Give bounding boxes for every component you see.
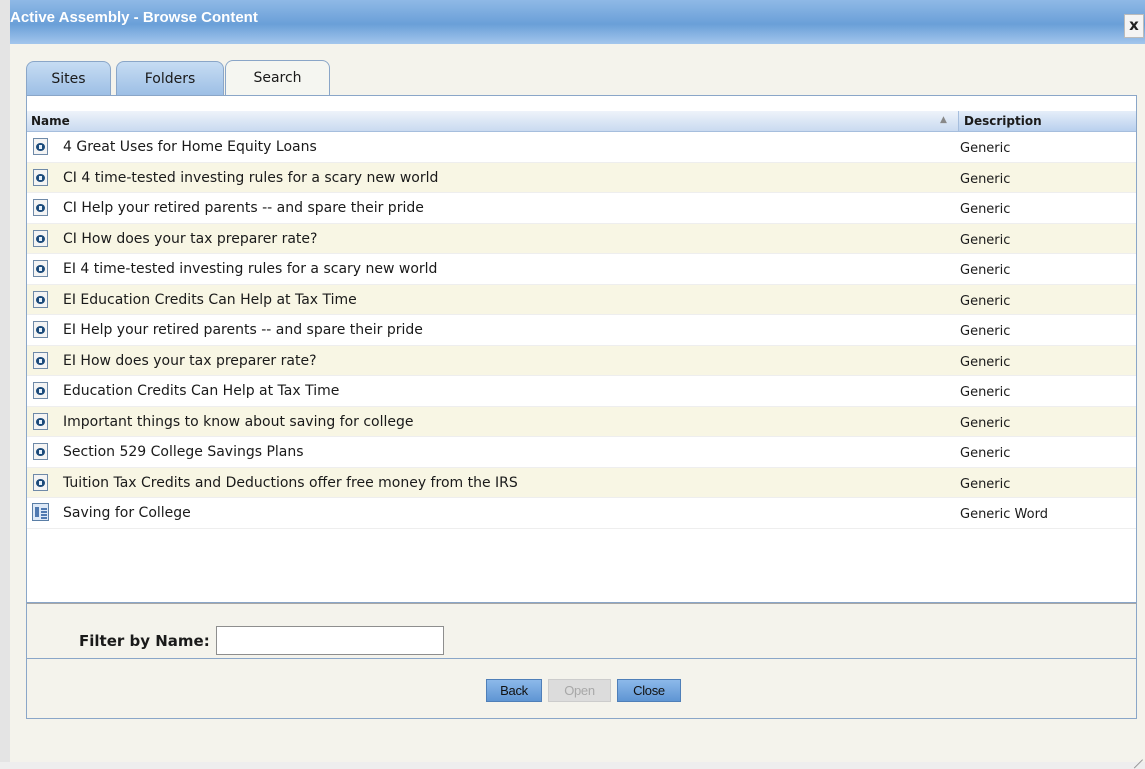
table-row[interactable]: Education Credits Can Help at Tax Time Ge… xyxy=(27,376,1136,407)
document-icon xyxy=(33,473,48,491)
document-icon xyxy=(33,412,48,430)
row-name: EI How does your tax preparer rate? xyxy=(63,352,317,369)
table-row[interactable]: Tuition Tax Credits and Deductions offer… xyxy=(27,467,1136,498)
open-button: Open xyxy=(548,679,611,702)
table-row[interactable]: Section 529 College Savings Plans Generic xyxy=(27,437,1136,468)
row-name: Important things to know about saving fo… xyxy=(63,413,414,430)
table-row[interactable]: Important things to know about saving fo… xyxy=(27,406,1136,437)
row-description: Generic xyxy=(960,324,1011,339)
row-name: Section 529 College Savings Plans xyxy=(63,444,304,460)
row-name: 4 Great Uses for Home Equity Loans xyxy=(63,139,317,155)
row-name: Tuition Tax Credits and Deductions offer… xyxy=(63,474,518,491)
word-document-icon xyxy=(32,503,49,521)
row-description: Generic xyxy=(960,293,1011,309)
row-name: CI 4 time-tested investing rules for a s… xyxy=(63,169,439,186)
resize-grip-icon[interactable] xyxy=(1133,750,1143,760)
row-description: Generic xyxy=(960,415,1011,431)
back-button[interactable]: Back xyxy=(486,679,542,702)
table-row[interactable]: CI How does your tax preparer rate? Gener… xyxy=(27,223,1136,254)
row-name: Education Credits Can Help at Tax Time xyxy=(63,383,340,399)
document-icon xyxy=(33,443,48,460)
row-description: Generic xyxy=(960,446,1011,461)
table-row[interactable]: 4 Great Uses for Home Equity Loans Generi… xyxy=(27,132,1136,163)
document-icon xyxy=(33,138,48,155)
browse-content-dialog: Active Assembly - Browse Content x Sites… xyxy=(0,0,1145,762)
document-icon xyxy=(33,260,48,277)
window-title: Active Assembly - Browse Content xyxy=(10,9,258,26)
sort-ascending-icon: ▲ xyxy=(940,115,947,125)
table-row[interactable]: EI Help your retired parents -- and spar… xyxy=(27,315,1136,346)
document-icon xyxy=(33,290,48,308)
row-name: EI Education Credits Can Help at Tax Tim… xyxy=(63,291,357,308)
row-description: Generic xyxy=(960,202,1011,217)
column-header-name[interactable]: Name xyxy=(31,114,70,128)
window-edge xyxy=(0,0,10,762)
row-name: EI Help your retired parents -- and spar… xyxy=(63,322,423,338)
row-description: Generic xyxy=(960,141,1011,156)
tab-folders[interactable]: Folders xyxy=(116,61,224,95)
close-button[interactable]: Close xyxy=(617,679,681,702)
grid-header: Name ▲ Description xyxy=(27,111,1136,132)
row-description: Generic xyxy=(960,232,1011,248)
row-description: Generic xyxy=(960,354,1011,370)
row-name: EI 4 time-tested investing rules for a s… xyxy=(63,261,438,277)
document-icon xyxy=(33,168,48,186)
results-grid: Name ▲ Description 4 Great Uses for Home… xyxy=(26,96,1137,603)
row-description: Generic xyxy=(960,476,1011,492)
document-icon xyxy=(33,382,48,399)
document-icon xyxy=(33,351,48,369)
row-description: Generic xyxy=(960,385,1011,400)
grid-rows: 4 Great Uses for Home Equity Loans Generi… xyxy=(27,132,1136,529)
table-row[interactable]: CI Help your retired parents -- and spar… xyxy=(27,193,1136,224)
table-row[interactable]: Saving for College Generic Word xyxy=(27,498,1136,529)
tab-search[interactable]: Search xyxy=(225,60,330,96)
row-name: CI How does your tax preparer rate? xyxy=(63,230,318,247)
row-description: Generic xyxy=(960,263,1011,278)
table-row[interactable]: EI 4 time-tested investing rules for a s… xyxy=(27,254,1136,285)
title-bar[interactable]: Active Assembly - Browse Content x xyxy=(10,0,1145,45)
row-name: CI Help your retired parents -- and spar… xyxy=(63,200,424,216)
document-icon xyxy=(33,229,48,247)
document-icon xyxy=(33,199,48,216)
close-window-icon[interactable]: x xyxy=(1124,14,1144,38)
row-description: Generic xyxy=(960,171,1011,187)
column-header-description[interactable]: Description xyxy=(958,111,1136,131)
table-row[interactable]: CI 4 time-tested investing rules for a s… xyxy=(27,162,1136,193)
filter-label: Filter by Name: xyxy=(79,632,210,650)
filter-by-name-input[interactable] xyxy=(216,626,444,655)
button-bar: Back Open Close xyxy=(26,659,1137,719)
tab-sites[interactable]: Sites xyxy=(26,61,111,95)
table-row[interactable]: EI How does your tax preparer rate? Gener… xyxy=(27,345,1136,376)
filter-panel: Filter by Name: xyxy=(26,603,1137,659)
table-row[interactable]: EI Education Credits Can Help at Tax Tim… xyxy=(27,284,1136,315)
row-name: Saving for College xyxy=(63,505,191,521)
document-icon xyxy=(33,321,48,338)
row-description: Generic Word xyxy=(960,507,1048,522)
